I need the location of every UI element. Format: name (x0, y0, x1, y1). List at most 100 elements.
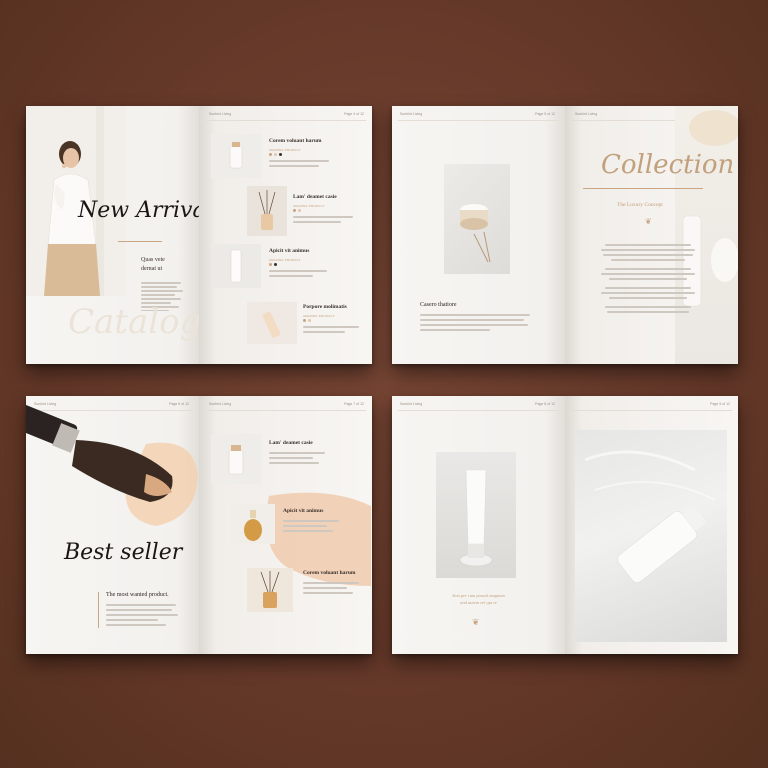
color-swatch (298, 209, 301, 212)
text-line (269, 165, 319, 167)
best-seller-tagline: The most wanted product. (106, 592, 169, 598)
product-label: AMAZING PRODUCT (303, 314, 335, 318)
text-line (269, 275, 313, 277)
product-name: Lam' deamet casie (293, 194, 337, 200)
product-name: Lam' deamet casie (269, 440, 313, 446)
text-line (269, 270, 327, 272)
text-line (106, 614, 178, 616)
color-swatch (303, 319, 306, 322)
product-photo-jar (211, 134, 261, 178)
page-tube-left: Sunbird Living Page 8 of 12 Sem per rum … (392, 396, 565, 654)
page-header-right: Page 4 of 12 (344, 112, 364, 116)
text-line (106, 619, 158, 621)
text-line (141, 297, 181, 300)
text-line (303, 331, 345, 333)
catalogue-watermark: Catalogue (68, 302, 199, 342)
product-label: AMAZING PRODUCT (269, 148, 301, 152)
text-line (293, 216, 353, 218)
text-line (283, 525, 327, 527)
text-line (141, 289, 183, 292)
text-line (269, 160, 329, 162)
product-label: AMAZING PRODUCT (293, 204, 325, 208)
header-rule (398, 410, 559, 411)
color-swatch (279, 153, 282, 156)
header-rule (398, 120, 559, 121)
leaf-ornament-icon: ❦ (472, 618, 480, 628)
catalog-spread-new-arrivals: Sunbird Living New Arrivals Quas veie de… (26, 106, 372, 364)
product-photo-jar (211, 434, 261, 484)
color-swatch (269, 153, 272, 156)
page-header-left: Sunbird Living (400, 112, 423, 116)
quote-line-2: and autem vel qui re (460, 600, 497, 605)
color-swatch (293, 209, 296, 212)
page-header-right: Page 7 of 12 (344, 402, 364, 406)
text-line (106, 609, 172, 611)
text-line (141, 285, 177, 288)
text-line (605, 287, 691, 289)
new-arrivals-title: New Arrivals (78, 198, 199, 223)
page-collection-left: Sunbird Living Page 5 of 12 Casero thati… (392, 106, 565, 364)
subtitle-line-1: Quas veie (141, 257, 165, 263)
catalog-spread-tube: Sunbird Living Page 8 of 12 Sem per rum … (392, 396, 738, 654)
product-photo-diffuser (247, 568, 293, 612)
text-line (605, 244, 691, 246)
text-line (269, 462, 319, 464)
text-line (603, 254, 693, 256)
subtitle-block: Quas veie dernat ut (141, 256, 165, 274)
section-heading: Casero thatiore (420, 302, 457, 308)
leaf-ornament-icon: ❦ (645, 217, 652, 226)
text-line (283, 530, 333, 532)
header-rule (571, 410, 732, 411)
text-line (609, 278, 687, 280)
text-line (283, 520, 339, 522)
vertical-accent-rule (98, 592, 99, 628)
page-best-seller-right: Sunbird Living Page 7 of 12 Lam' deamet … (199, 396, 372, 654)
page-header-right: Page 5 of 12 (535, 112, 555, 116)
page-tube-right: Page 9 of 12 (565, 396, 738, 654)
text-line (420, 319, 524, 321)
color-swatch (274, 153, 277, 156)
water-tube-photo (575, 430, 727, 642)
product-photo-perfume (231, 504, 275, 544)
header-rule (205, 410, 366, 411)
page-collection-right: Sunbird Living Collection The Luxury Con… (565, 106, 738, 364)
text-line (607, 311, 689, 313)
text-line (605, 306, 691, 308)
product-name: Apicit vit animus (269, 248, 310, 254)
header-rule (205, 120, 366, 121)
catalog-spread-best-seller: Sunbird Living Page 6 of 12 Best seller … (26, 396, 372, 654)
text-line (303, 587, 347, 589)
text-line (269, 452, 325, 454)
color-swatch (308, 319, 311, 322)
text-line (303, 592, 353, 594)
collection-subtitle: The Luxury Concept (617, 202, 663, 208)
best-seller-title: Best seller (64, 540, 183, 565)
text-line (293, 221, 341, 223)
title-underline (118, 241, 162, 242)
text-line (420, 329, 490, 331)
catalog-spread-collection: Sunbird Living Page 5 of 12 Casero thati… (392, 106, 738, 364)
title-rule (583, 188, 703, 189)
quote-block: Sem per rum possiti magnam and autem vel… (392, 592, 565, 606)
product-photo-tube (211, 244, 261, 288)
cream-jar-photo (444, 164, 510, 274)
page-header-left: Sunbird Living (209, 112, 232, 116)
page-header: Sunbird Living (575, 112, 598, 116)
page-header-right: Page 9 of 12 (710, 402, 730, 406)
text-line (420, 314, 530, 316)
tube-photo (436, 452, 516, 578)
color-swatch (274, 263, 277, 266)
product-name: Corem voluant harum (303, 570, 356, 576)
quote-line-1: Sem per rum possiti magnam (452, 593, 505, 598)
page-header-left: Sunbird Living (400, 402, 423, 406)
text-line (420, 324, 528, 326)
text-line (269, 457, 313, 459)
page-products-right: Sunbird Living Page 4 of 12 Corem voluan… (199, 106, 372, 364)
subtitle-line-2: dernat ut (141, 266, 163, 272)
text-line (303, 326, 359, 328)
page-header-left: Sunbird Living (209, 402, 232, 406)
product-label: AMAZING PRODUCT (269, 258, 301, 262)
text-line (601, 292, 695, 294)
collection-title: Collection (601, 150, 735, 180)
product-still-life-photo (675, 106, 738, 364)
